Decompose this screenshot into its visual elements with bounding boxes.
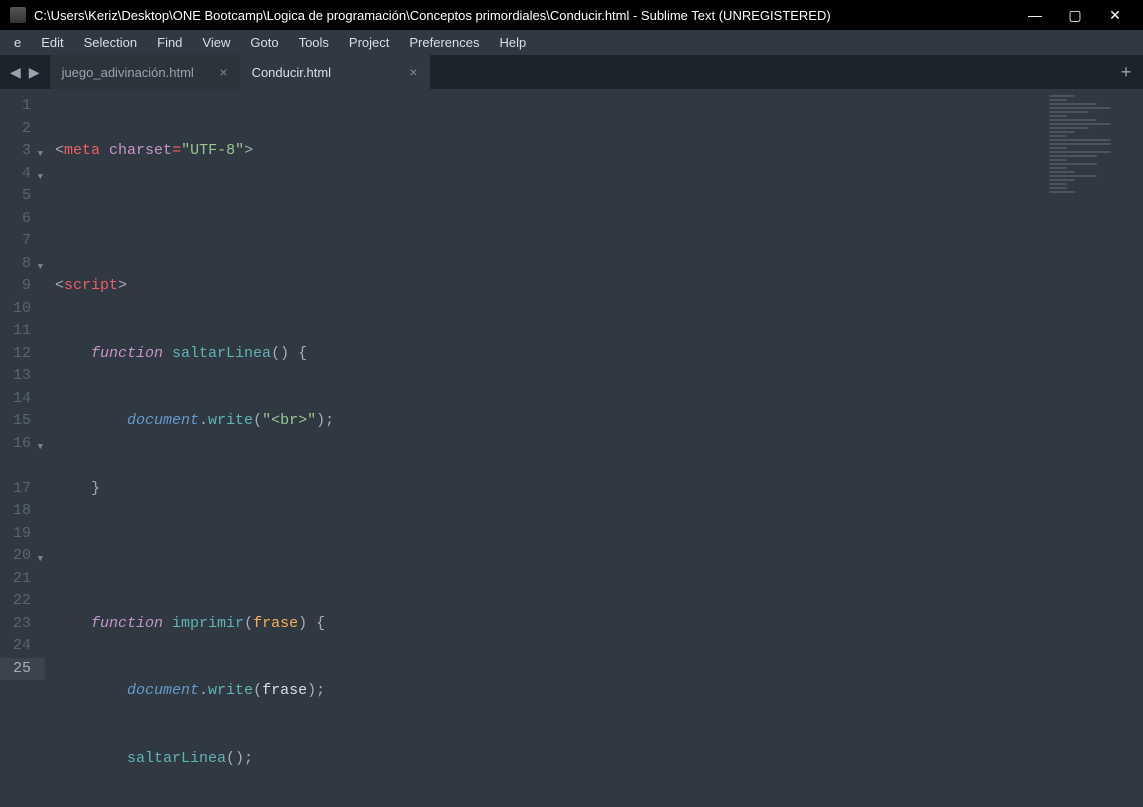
window-title: C:\Users\Keriz\Desktop\ONE Bootcamp\Logi…	[34, 8, 1015, 23]
paren: (	[244, 615, 253, 632]
ws	[163, 615, 172, 632]
str-br: "<br>"	[262, 412, 316, 429]
line-number[interactable]: 11	[0, 320, 45, 343]
obj-document: document	[127, 412, 199, 429]
line-number[interactable]: 20	[0, 545, 45, 568]
tag-open: <	[55, 142, 64, 159]
indent	[55, 682, 127, 699]
paren: );	[307, 682, 325, 699]
line-number[interactable]: 1	[0, 95, 45, 118]
obj-document: document	[127, 682, 199, 699]
tabbar: ◀ ▶ juego_adivinación.html × Conducir.ht…	[0, 55, 1143, 89]
attr-charset: charset	[109, 142, 172, 159]
app-icon	[10, 7, 26, 23]
line-number[interactable]: 23	[0, 613, 45, 636]
line-number[interactable]: 16	[0, 433, 45, 456]
tab-conducir[interactable]: Conducir.html ×	[240, 55, 430, 89]
tag-open: <	[55, 277, 64, 294]
line-number[interactable]: 21	[0, 568, 45, 591]
line-number[interactable]: 14	[0, 388, 45, 411]
line-number[interactable]: 12	[0, 343, 45, 366]
minimize-button[interactable]: —	[1015, 0, 1055, 30]
close-window-button[interactable]: ✕	[1095, 0, 1135, 30]
indent	[55, 750, 127, 767]
ws	[100, 142, 109, 159]
close-icon[interactable]: ×	[209, 64, 227, 80]
titlebar: C:\Users\Keriz\Desktop\ONE Bootcamp\Logi…	[0, 0, 1143, 30]
tab-label: Conducir.html	[252, 65, 400, 80]
call-write: write	[208, 682, 253, 699]
new-tab-button[interactable]: +	[1109, 55, 1143, 89]
line-number[interactable]: 24	[0, 635, 45, 658]
line-number[interactable]: 25	[0, 658, 45, 681]
close-icon[interactable]: ×	[399, 64, 417, 80]
kw-function: function	[91, 615, 163, 632]
menu-goto[interactable]: Goto	[240, 31, 288, 54]
code-area[interactable]: <meta charset="UTF-8"> <script> function…	[45, 89, 1043, 807]
line-number[interactable]: 13	[0, 365, 45, 388]
line-number[interactable]: 2	[0, 118, 45, 141]
dot: .	[199, 412, 208, 429]
str-utf8: "UTF-8"	[181, 142, 244, 159]
minimap[interactable]	[1043, 89, 1143, 807]
menu-find[interactable]: Find	[147, 31, 192, 54]
tag-meta: meta	[64, 142, 100, 159]
line-number[interactable]: 18	[0, 500, 45, 523]
line-number[interactable]: 4	[0, 163, 45, 186]
tab-history-controls: ◀ ▶	[0, 55, 50, 89]
tag-close: >	[118, 277, 127, 294]
menu-preferences[interactable]: Preferences	[399, 31, 489, 54]
indent	[55, 480, 91, 497]
line-number[interactable]: 9	[0, 275, 45, 298]
line-number[interactable]: 15	[0, 410, 45, 433]
line-number[interactable]: 6	[0, 208, 45, 231]
paren: (	[253, 682, 262, 699]
paren: ();	[226, 750, 253, 767]
call-saltarlinea: saltarLinea	[127, 750, 226, 767]
maximize-button[interactable]: ▢	[1055, 0, 1095, 30]
indent	[55, 345, 91, 362]
paren: (	[253, 412, 262, 429]
history-back-icon[interactable]: ◀	[6, 64, 25, 81]
line-number[interactable]: 5	[0, 185, 45, 208]
ws	[163, 345, 172, 362]
line-number[interactable]: 10	[0, 298, 45, 321]
call-write: write	[208, 412, 253, 429]
dot: .	[199, 682, 208, 699]
arg-frase: frase	[262, 682, 307, 699]
tag-script: script	[64, 277, 118, 294]
menu-edit[interactable]: Edit	[31, 31, 73, 54]
line-number[interactable]: 19	[0, 523, 45, 546]
paren: () {	[271, 345, 307, 362]
param-frase: frase	[253, 615, 298, 632]
paren: ) {	[298, 615, 325, 632]
line-number[interactable]: 7	[0, 230, 45, 253]
indent	[55, 615, 91, 632]
menubar: e Edit Selection Find View Goto Tools Pr…	[0, 30, 1143, 55]
menu-view[interactable]: View	[192, 31, 240, 54]
line-number[interactable]	[0, 455, 45, 478]
tab-label: juego_adivinación.html	[62, 65, 210, 80]
indent	[55, 412, 127, 429]
menu-file-partial[interactable]: e	[4, 31, 31, 54]
fn-saltarlinea: saltarLinea	[172, 345, 271, 362]
paren: );	[316, 412, 334, 429]
line-number[interactable]: 17	[0, 478, 45, 501]
gutter[interactable]: 1234567891011121314151617181920212223242…	[0, 89, 45, 807]
history-forward-icon[interactable]: ▶	[25, 64, 44, 81]
fn-imprimir: imprimir	[172, 615, 244, 632]
tag-close: >	[244, 142, 253, 159]
menu-selection[interactable]: Selection	[74, 31, 147, 54]
line-number[interactable]: 3	[0, 140, 45, 163]
menu-tools[interactable]: Tools	[289, 31, 339, 54]
menu-help[interactable]: Help	[489, 31, 536, 54]
equals: =	[172, 142, 181, 159]
tab-juego-adivinacion[interactable]: juego_adivinación.html ×	[50, 55, 240, 89]
brace: }	[91, 480, 100, 497]
kw-function: function	[91, 345, 163, 362]
menu-project[interactable]: Project	[339, 31, 399, 54]
line-number[interactable]: 8	[0, 253, 45, 276]
line-number[interactable]: 22	[0, 590, 45, 613]
editor[interactable]: 1234567891011121314151617181920212223242…	[0, 89, 1143, 807]
